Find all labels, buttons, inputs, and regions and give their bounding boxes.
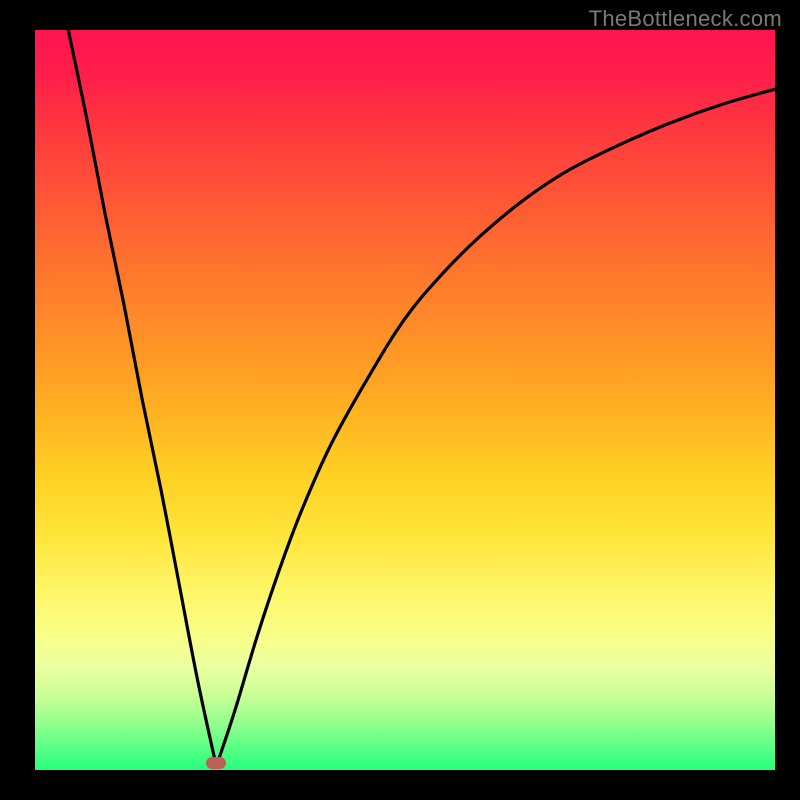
outer-frame: TheBottleneck.com [0,0,800,800]
watermark-text: TheBottleneck.com [589,6,782,32]
minimum-marker [206,757,226,769]
curve-right-branch [216,89,775,766]
gradient-plot-area [35,30,775,770]
curve-left-branch [68,30,216,766]
bottleneck-curve [35,30,775,770]
